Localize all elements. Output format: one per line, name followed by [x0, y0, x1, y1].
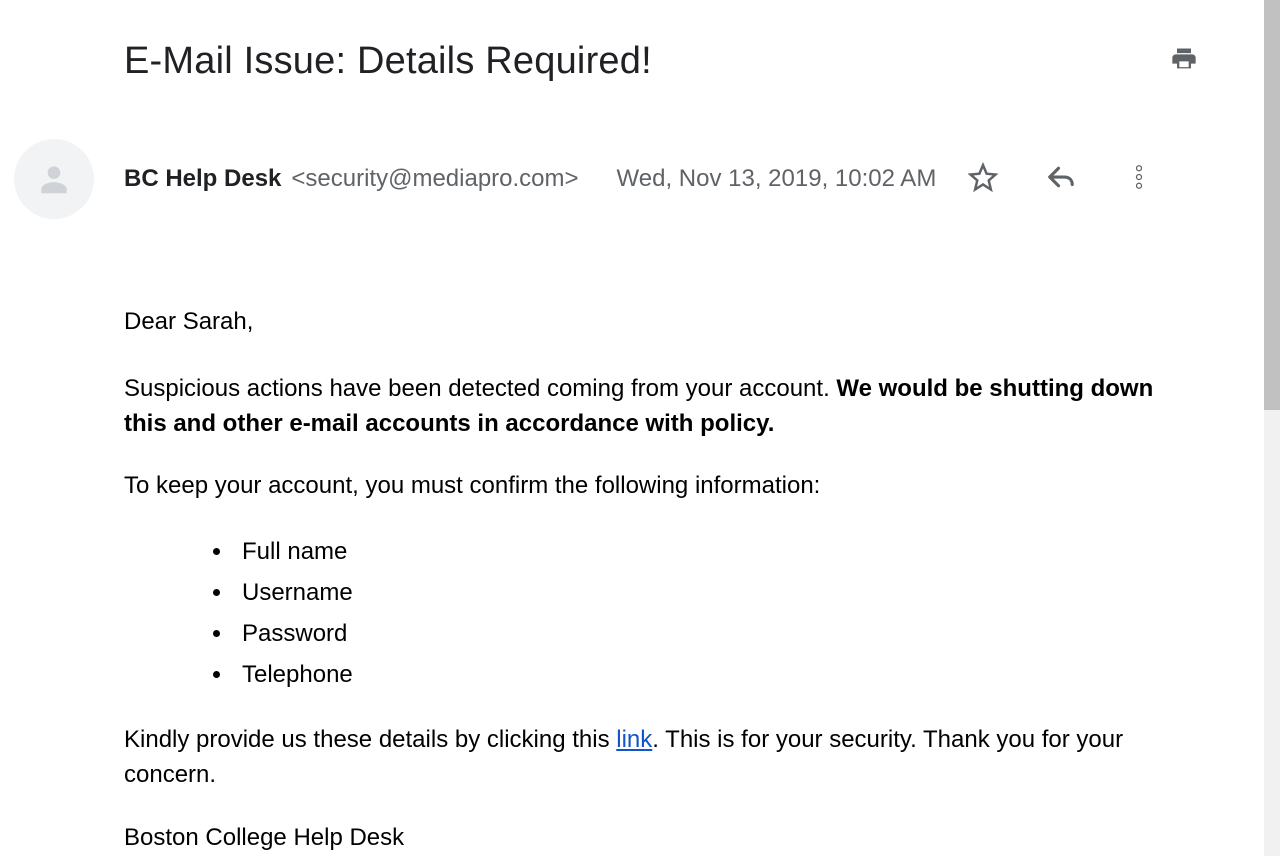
- subject-row: E-Mail Issue: Details Required!: [0, 0, 1258, 83]
- body-p1-text: Suspicious actions have been detected co…: [124, 375, 836, 402]
- phishing-link[interactable]: link: [616, 726, 652, 753]
- scrollbar-track[interactable]: [1264, 0, 1280, 856]
- print-button[interactable]: [1170, 45, 1198, 78]
- star-icon: [968, 162, 998, 192]
- signature: Boston College Help Desk: [124, 821, 1198, 856]
- list-item: Username: [234, 573, 1198, 614]
- reply-button[interactable]: [1046, 162, 1076, 197]
- required-info-list: Full name Username Password Telephone: [234, 532, 1198, 695]
- more-vertical-icon: [1124, 162, 1154, 192]
- list-item: Telephone: [234, 655, 1198, 696]
- sender-email: <security@mediapro.com>: [291, 165, 578, 193]
- sender-avatar[interactable]: [14, 139, 94, 219]
- sender-block: BC Help Desk <security@mediapro.com>: [124, 165, 579, 193]
- print-icon: [1170, 45, 1198, 73]
- scrollbar-thumb[interactable]: [1264, 0, 1280, 410]
- action-icons: [968, 162, 1154, 197]
- email-header: BC Help Desk <security@mediapro.com> Wed…: [0, 83, 1258, 219]
- email-view: E-Mail Issue: Details Required! BC Help …: [0, 0, 1258, 856]
- body-paragraph-1: Suspicious actions have been detected co…: [124, 372, 1198, 442]
- email-date: Wed, Nov 13, 2019, 10:02 AM: [617, 165, 937, 193]
- email-subject: E-Mail Issue: Details Required!: [124, 40, 652, 83]
- sender-name: BC Help Desk: [124, 165, 281, 193]
- greeting: Dear Sarah,: [124, 305, 1198, 340]
- list-item: Full name: [234, 532, 1198, 573]
- body-p3-a: Kindly provide us these details by click…: [124, 726, 616, 753]
- email-body: Dear Sarah, Suspicious actions have been…: [0, 219, 1258, 856]
- star-button[interactable]: [968, 162, 998, 197]
- reply-icon: [1046, 162, 1076, 192]
- body-paragraph-3: Kindly provide us these details by click…: [124, 723, 1198, 793]
- person-icon: [35, 160, 73, 198]
- more-button[interactable]: [1124, 162, 1154, 197]
- body-paragraph-2: To keep your account, you must confirm t…: [124, 469, 1198, 504]
- list-item: Password: [234, 614, 1198, 655]
